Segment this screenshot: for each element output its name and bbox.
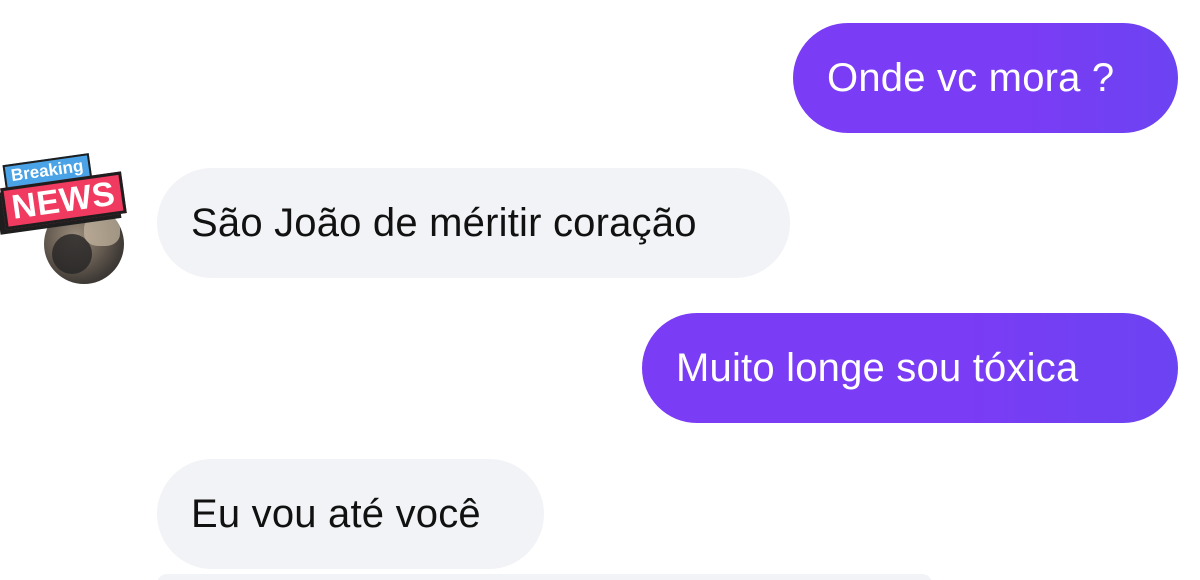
incoming-message-bubble[interactable]: Eu vou até você (157, 459, 544, 569)
message-text: Onde vc mora ? (827, 55, 1115, 100)
contact-avatar[interactable]: Breaking NEWS (0, 153, 140, 285)
message-text: São João de méritir coração (191, 200, 697, 245)
outgoing-message-bubble[interactable]: Onde vc mora ? (793, 23, 1178, 133)
outgoing-message-bubble[interactable]: Muito longe sou tóxica (642, 313, 1178, 423)
incoming-message-bubble[interactable]: São João de méritir coração (157, 168, 790, 278)
incoming-message-bubble-partial[interactable] (157, 574, 932, 580)
message-text: Eu vou até você (191, 491, 481, 536)
avatar-photo-highlight (84, 216, 120, 246)
chat-thread: Onde vc mora ? Breaking NEWS São João de… (0, 0, 1200, 580)
message-text: Muito longe sou tóxica (676, 345, 1079, 390)
